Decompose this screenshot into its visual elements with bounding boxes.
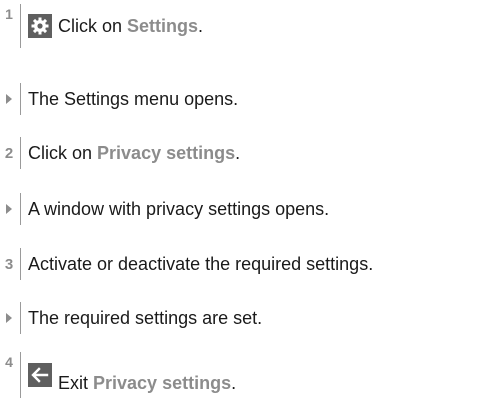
result-arrow-icon xyxy=(0,94,18,104)
divider xyxy=(20,302,21,334)
divider xyxy=(20,83,21,115)
step-1: 1 Click on Settings. xyxy=(0,4,495,48)
step-4: 4 Exit Privacy settings. xyxy=(0,352,495,398)
arrow-left-icon xyxy=(28,363,52,387)
result-text: The Settings menu opens. xyxy=(28,89,239,109)
settings-link: Settings xyxy=(127,16,199,36)
result-arrow-icon xyxy=(0,313,18,323)
step-number: 3 xyxy=(4,255,14,273)
step-text: Activate or deactivate the required sett… xyxy=(28,254,374,274)
step-number: 2 xyxy=(4,144,14,162)
gear-icon xyxy=(28,14,52,38)
result-arrow-icon xyxy=(0,204,18,214)
result-2: A window with privacy settings opens. xyxy=(0,193,495,225)
privacy-settings-link: Privacy settings xyxy=(93,373,232,393)
result-1: The Settings menu opens. xyxy=(0,83,495,115)
divider xyxy=(20,193,21,225)
result-text: The required settings are set. xyxy=(28,308,263,328)
divider xyxy=(20,137,21,169)
step-number: 1 xyxy=(5,6,13,22)
divider xyxy=(20,4,21,48)
step-text: Click on Privacy settings. xyxy=(28,143,241,163)
step-2: 2 Click on Privacy settings. xyxy=(0,137,495,169)
step-number: 4 xyxy=(5,354,13,370)
result-3: The required settings are set. xyxy=(0,302,495,334)
step-text: Click on Settings. xyxy=(58,16,204,36)
divider xyxy=(20,248,21,280)
result-text: A window with privacy settings opens. xyxy=(28,199,330,219)
step-text: Exit Privacy settings. xyxy=(58,373,237,393)
privacy-settings-link: Privacy settings xyxy=(97,143,236,163)
divider xyxy=(20,352,21,398)
step-3: 3 Activate or deactivate the required se… xyxy=(0,248,495,280)
